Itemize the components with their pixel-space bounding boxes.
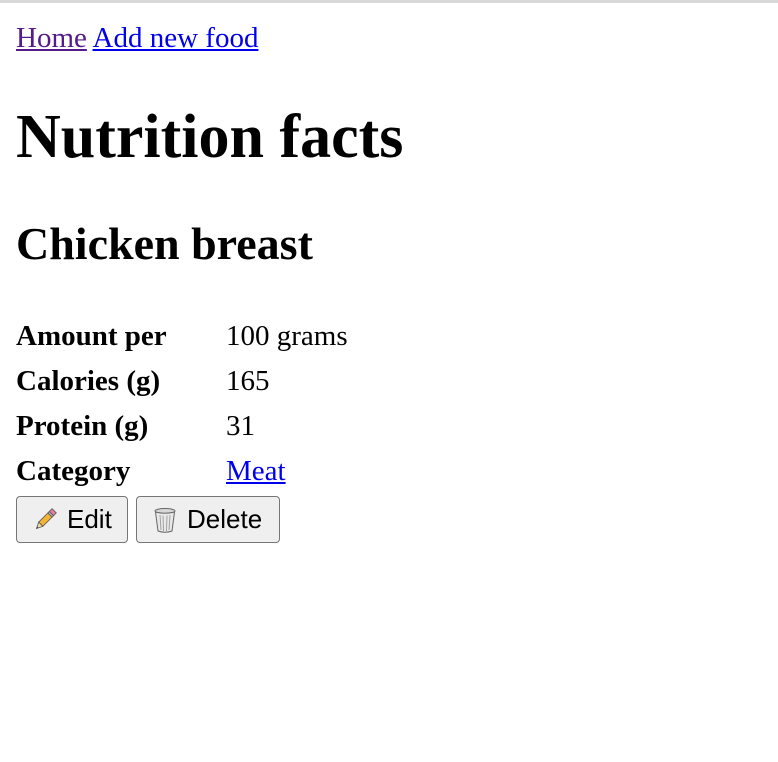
pencil-icon (31, 506, 59, 534)
fact-row-calories: Calories (g) 165 (16, 359, 348, 404)
fact-row-category: Category Meat (16, 449, 348, 494)
fact-row-protein: Protein (g) 31 (16, 404, 348, 449)
edit-button[interactable]: Edit (16, 496, 128, 543)
fact-label: Calories (g) (16, 365, 161, 397)
edit-button-label: Edit (67, 504, 112, 534)
fact-label: Amount per (16, 320, 167, 352)
nutrition-facts-table: Amount per 100 grams Calories (g) 165 Pr… (10, 314, 354, 494)
category-link[interactable]: Meat (226, 455, 286, 487)
wastebasket-icon (151, 506, 179, 534)
delete-button-label: Delete (187, 504, 263, 534)
delete-button[interactable]: Delete (136, 496, 280, 543)
fact-label: Category (16, 455, 131, 487)
fact-value: 165 (226, 365, 270, 397)
fact-row-amount: Amount per 100 grams (16, 314, 348, 359)
top-nav: Home Add new food (16, 20, 258, 56)
fact-value: 100 grams (226, 320, 348, 352)
fact-value-cell: Meat (226, 449, 348, 494)
fact-label: Protein (g) (16, 410, 149, 442)
food-name-heading: Chicken breast (16, 218, 313, 269)
action-buttons: Edit Delete (16, 496, 280, 543)
window-top-border (0, 0, 778, 3)
fact-value: 31 (226, 410, 255, 442)
add-new-food-link[interactable]: Add new food (93, 22, 259, 54)
page-title: Nutrition facts (16, 103, 404, 171)
home-link[interactable]: Home (16, 22, 87, 54)
